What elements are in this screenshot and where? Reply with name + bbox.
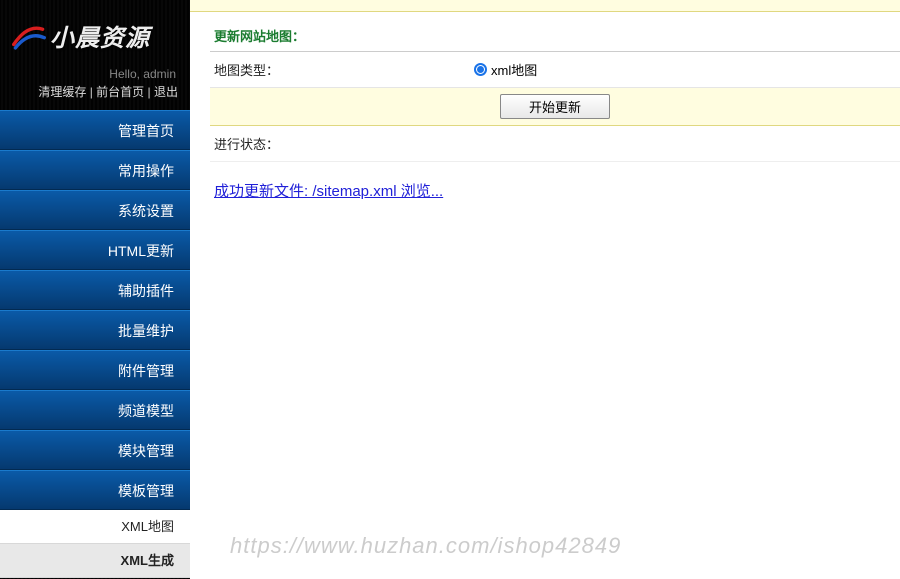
menu-item-system[interactable]: 系统设置 bbox=[0, 190, 190, 230]
panel-title: 更新网站地图： bbox=[210, 20, 900, 52]
result-link[interactable]: 成功更新文件: /sitemap.xml 浏览... bbox=[210, 162, 900, 219]
menu-item-html[interactable]: HTML更新 bbox=[0, 230, 190, 270]
top-notice-bar bbox=[190, 0, 900, 12]
logo: 小晨资源 bbox=[0, 0, 190, 63]
menu-item-home[interactable]: 管理首页 bbox=[0, 110, 190, 150]
menu-item-common[interactable]: 常用操作 bbox=[0, 150, 190, 190]
front-home-link[interactable]: 前台首页 bbox=[96, 85, 144, 99]
progress-label: 进行状态： bbox=[210, 126, 900, 162]
sidebar: 小晨资源 Hello, admin 清理缓存 | 前台首页 | 退出 管理首页 … bbox=[0, 0, 190, 579]
submenu-xml-generate[interactable]: XML生成 bbox=[0, 544, 190, 578]
map-type-label: 地图类型： bbox=[214, 60, 474, 79]
menu-item-template[interactable]: 模板管理 bbox=[0, 470, 190, 510]
logo-icon bbox=[12, 22, 46, 50]
main-menu: 管理首页 常用操作 系统设置 HTML更新 辅助插件 批量维护 附件管理 频道模… bbox=[0, 110, 190, 578]
menu-item-module[interactable]: 模块管理 bbox=[0, 430, 190, 470]
submenu-xml-map[interactable]: XML地图 bbox=[0, 510, 190, 544]
menu-item-attachment[interactable]: 附件管理 bbox=[0, 350, 190, 390]
clear-cache-link[interactable]: 清理缓存 bbox=[38, 85, 86, 99]
watermark: https://www.huzhan.com/ishop42849 bbox=[230, 533, 621, 559]
xml-radio-label: xml地图 bbox=[491, 60, 537, 79]
logout-link[interactable]: 退出 bbox=[154, 85, 178, 99]
xml-radio[interactable] bbox=[474, 63, 487, 76]
button-row: 开始更新 bbox=[210, 88, 900, 126]
start-update-button[interactable]: 开始更新 bbox=[500, 94, 610, 119]
menu-item-batch[interactable]: 批量维护 bbox=[0, 310, 190, 350]
top-links: 清理缓存 | 前台首页 | 退出 bbox=[0, 83, 190, 110]
logo-text: 小晨资源 bbox=[50, 18, 150, 53]
menu-item-channel[interactable]: 频道模型 bbox=[0, 390, 190, 430]
hello-user: Hello, admin bbox=[0, 63, 190, 83]
map-type-row: 地图类型： xml地图 bbox=[210, 52, 900, 88]
main-content: 更新网站地图： 地图类型： xml地图 开始更新 进行状态： 成功更新文件: /… bbox=[190, 0, 900, 579]
menu-item-plugins[interactable]: 辅助插件 bbox=[0, 270, 190, 310]
